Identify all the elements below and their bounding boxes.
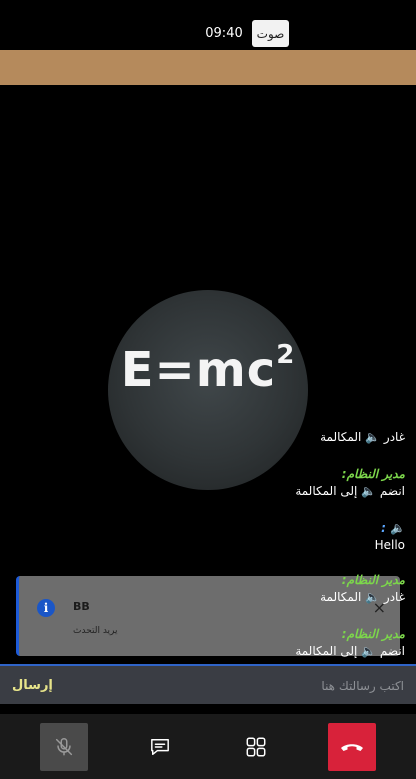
message-composer: إرسال — [0, 664, 416, 704]
chat-message: مدير النظام: غادر 🔈 المكالمة — [320, 572, 405, 606]
top-banner — [0, 50, 416, 85]
hang-up-button[interactable] — [328, 723, 376, 771]
chat-message: 🔈 : Hello — [375, 520, 405, 554]
call-timer: 09:40 — [205, 26, 243, 41]
notification-title: BB — [73, 600, 90, 613]
chat-message: غادر 🔈 المكالمة — [320, 418, 405, 446]
message-text: غادر 🔈 المكالمة — [320, 590, 405, 604]
message-text: غادر 🔈 المكالمة — [320, 430, 405, 444]
message-sender: 🔈 : — [381, 521, 405, 535]
send-button[interactable]: إرسال — [12, 678, 53, 693]
avatar-formula: E=mc2 — [120, 340, 296, 398]
grid-view-button[interactable] — [234, 723, 278, 771]
message-text: انضم 🔈 إلى المكالمة — [295, 484, 405, 498]
microphone-muted-icon — [55, 738, 73, 756]
audio-button[interactable]: صوت — [252, 20, 289, 47]
message-sender: مدير النظام: — [341, 467, 405, 481]
chat-icon — [151, 739, 169, 755]
message-sender — [320, 418, 405, 428]
participant-avatar[interactable]: E=mc2 — [108, 290, 308, 490]
notification-subtitle: يريد التحدث — [73, 626, 118, 636]
hang-up-icon — [341, 744, 363, 751]
message-sender: مدير النظام: — [341, 627, 405, 641]
message-text: انضم 🔈 إلى المكالمة — [295, 644, 405, 658]
chat-message: مدير النظام: انضم 🔈 إلى المكالمة — [295, 466, 405, 500]
mute-button[interactable] — [40, 723, 88, 771]
status-bar — [0, 0, 416, 50]
info-icon: i — [37, 599, 55, 617]
grid-view-icon — [246, 737, 266, 757]
message-text: Hello — [374, 538, 405, 552]
message-input[interactable] — [82, 674, 406, 698]
chat-button[interactable] — [138, 723, 182, 771]
call-toolbar — [0, 714, 416, 779]
message-sender: مدير النظام: — [341, 573, 405, 587]
chat-message: مدير النظام: انضم 🔈 إلى المكالمة — [295, 626, 405, 660]
